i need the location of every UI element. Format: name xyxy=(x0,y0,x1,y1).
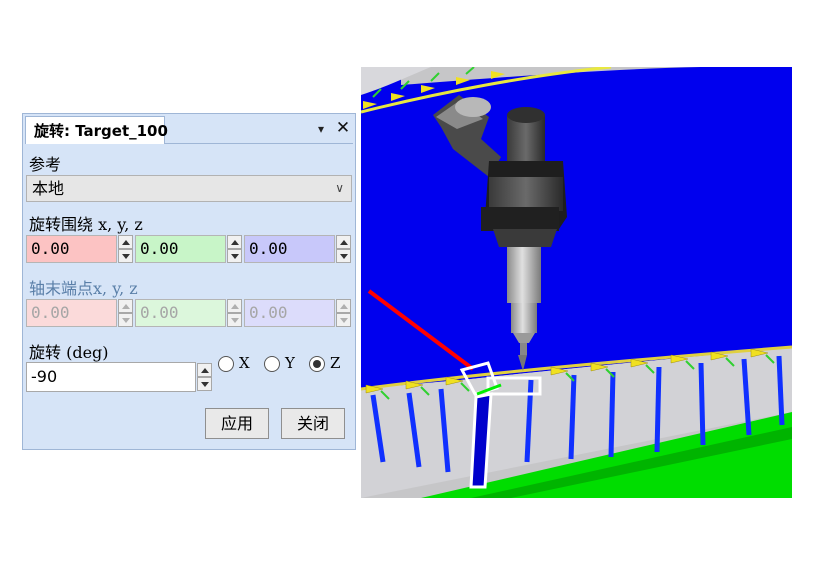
reference-select[interactable]: 本地 ∨ xyxy=(26,175,352,202)
rotate-around-y-input[interactable]: 0.00 xyxy=(135,235,226,263)
rotate-around-label: 旋转围绕 x, y, z xyxy=(29,215,143,234)
robot-scene xyxy=(360,65,793,498)
axis-end-label: 轴末端点x, y, z xyxy=(29,279,138,298)
rotate-dialog: 旋转: Target_100 ▾ ✕ 参考 本地 ∨ 旋转围绕 x, y, z … xyxy=(22,113,356,450)
axis-end-x-input: 0.00 xyxy=(26,299,117,327)
rotate-around-z-spinner[interactable] xyxy=(336,235,351,263)
rotate-around-x-spinner[interactable] xyxy=(118,235,133,263)
apply-button[interactable]: 应用 xyxy=(205,408,269,439)
chevron-down-icon: ∨ xyxy=(335,181,344,195)
close-button[interactable]: 关闭 xyxy=(281,408,345,439)
axis-z-label: Z xyxy=(330,354,341,372)
axis-end-z-spinner xyxy=(336,299,351,327)
rotate-around-y-spinner[interactable] xyxy=(227,235,242,263)
3d-viewport[interactable] xyxy=(360,65,793,498)
rotation-label: 旋转 (deg) xyxy=(29,343,109,362)
axis-end-y-spinner xyxy=(227,299,242,327)
axis-end-x-spinner xyxy=(118,299,133,327)
pin-dropdown-icon[interactable]: ▾ xyxy=(314,121,328,137)
axis-end-z-input: 0.00 xyxy=(244,299,335,327)
dialog-title-tab[interactable]: 旋转: Target_100 xyxy=(25,116,168,144)
reference-label: 参考 xyxy=(29,155,62,174)
rotation-spinner[interactable] xyxy=(197,363,212,391)
axis-end-y-input: 0.00 xyxy=(135,299,226,327)
axis-y-label: Y xyxy=(285,354,295,372)
axis-x-label: X xyxy=(239,354,250,372)
axis-z-radio[interactable] xyxy=(309,356,325,372)
blue-surface xyxy=(361,67,792,389)
close-icon[interactable]: ✕ xyxy=(335,119,351,137)
reference-value: 本地 xyxy=(32,179,65,198)
axis-x-radio[interactable] xyxy=(218,356,234,372)
rotation-input[interactable]: -90 xyxy=(26,362,196,392)
axis-y-radio[interactable] xyxy=(264,356,280,372)
rotate-around-z-input[interactable]: 0.00 xyxy=(244,235,335,263)
rotate-around-x-input[interactable]: 0.00 xyxy=(26,235,117,263)
